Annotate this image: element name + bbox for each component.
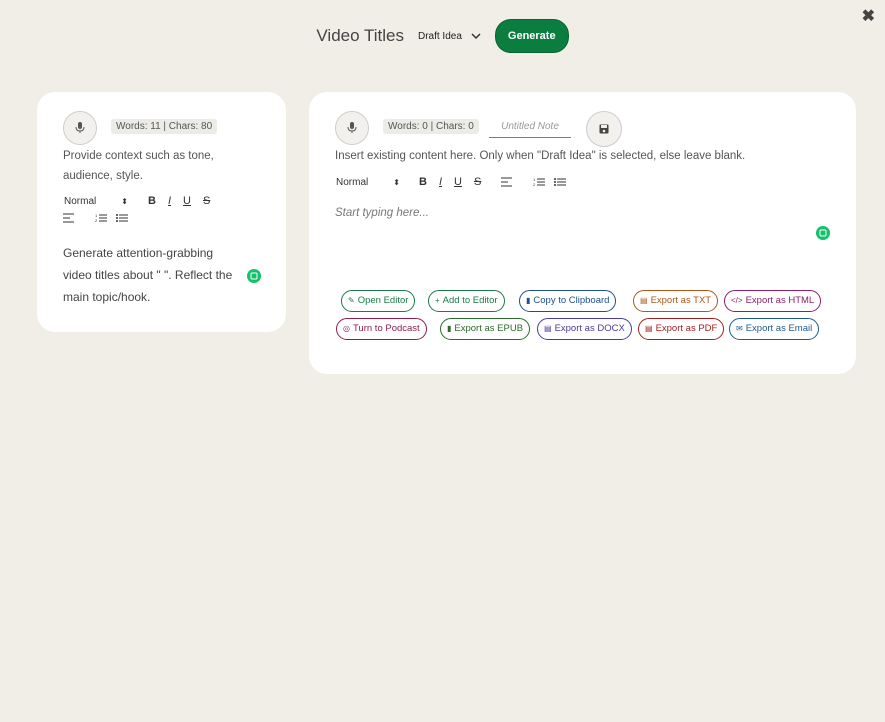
export-pdf-button[interactable]: ▤ Export as PDF [638, 318, 725, 340]
envelope-icon: ✉ [736, 324, 743, 333]
action-label: Export as Email [745, 323, 813, 334]
action-label: Export as DOCX [554, 323, 625, 334]
microphone-icon [347, 122, 357, 133]
editor-hint: Insert existing content here. Only when … [335, 150, 746, 162]
header-bar: Video Titles Draft Idea Generate [0, 19, 885, 53]
turn-to-podcast-button[interactable]: ◎ Turn to Podcast [336, 318, 427, 340]
add-to-editor-button[interactable]: + Add to Editor [428, 290, 505, 312]
mode-select[interactable]: Draft Idea [418, 31, 481, 42]
action-label: Turn to Podcast [352, 323, 420, 334]
formatting-toolbar: Normal ⬍ B I U S [64, 195, 210, 207]
export-email-button[interactable]: ✉ Export as Email [729, 318, 820, 340]
copy-to-clipboard-button[interactable]: ▮ Copy to Clipboard [519, 290, 617, 312]
mode-select-value: Draft Idea [417, 30, 462, 42]
word-icon: ▤ [544, 324, 552, 333]
action-label: Open Editor [357, 295, 409, 306]
bullet-list-icon[interactable] [116, 213, 128, 223]
formatting-toolbar-row2: 12 [63, 213, 128, 223]
context-hint: Provide context such as tone, audience, … [63, 150, 214, 182]
ordered-list-icon[interactable]: 12 [95, 213, 107, 223]
underline-button[interactable]: U [183, 195, 191, 207]
export-txt-button[interactable]: ▤ Export as TXT [633, 290, 719, 312]
align-left-icon[interactable] [501, 177, 513, 187]
page-title: Video Titles [316, 26, 404, 45]
svg-text:2: 2 [95, 218, 98, 223]
grammarly-icon[interactable] [816, 226, 830, 240]
action-label: Add to Editor [442, 295, 498, 306]
updown-icon: ⬍ [121, 196, 128, 206]
align-left-icon[interactable] [63, 213, 75, 223]
action-label: Export as HTML [745, 295, 815, 306]
format-select[interactable]: Normal ⬍ [64, 196, 128, 207]
grammarly-icon[interactable] [247, 269, 261, 283]
code-icon: </> [731, 296, 743, 305]
strikethrough-button[interactable]: S [474, 176, 481, 188]
clipboard-icon: ▮ [526, 296, 531, 305]
pencil-icon: ✎ [348, 296, 355, 305]
action-label: Export as EPUB [454, 323, 524, 334]
chevron-down-icon [471, 33, 481, 40]
action-label: Export as TXT [650, 295, 712, 306]
export-docx-button[interactable]: ▤ Export as DOCX [537, 318, 632, 340]
bullet-list-icon[interactable] [554, 177, 567, 187]
context-panel: Words: 11 | Chars: 80 Provide context su… [37, 92, 286, 332]
editor-textarea[interactable]: Start typing here... [335, 207, 429, 219]
ordered-list-icon[interactable]: 12 [533, 177, 546, 187]
pdf-icon: ▤ [645, 324, 653, 333]
italic-button[interactable]: I [439, 176, 442, 188]
export-epub-button[interactable]: ▮ Export as EPUB [440, 318, 531, 340]
generate-button[interactable]: Generate [494, 19, 569, 53]
mic-button[interactable] [335, 111, 369, 145]
format-select-value: Normal [336, 176, 369, 188]
updown-icon: ⬍ [393, 177, 400, 187]
strikethrough-button[interactable]: S [203, 195, 210, 207]
book-icon: ▮ [447, 324, 452, 333]
plus-icon: + [435, 296, 440, 305]
file-text-icon: ▤ [640, 296, 648, 305]
italic-button[interactable]: I [168, 195, 171, 207]
format-select-value: Normal [64, 195, 97, 207]
mic-button[interactable] [63, 111, 97, 145]
svg-text:2: 2 [533, 182, 536, 187]
export-html-button[interactable]: </> Export as HTML [724, 290, 822, 312]
bold-button[interactable]: B [419, 176, 427, 188]
open-editor-button[interactable]: ✎ Open Editor [341, 290, 416, 312]
action-label: Export as PDF [655, 323, 718, 334]
podcast-icon: ◎ [343, 324, 350, 333]
save-icon [599, 124, 609, 134]
context-text[interactable]: Generate attention-grabbing video titles… [63, 242, 243, 308]
save-button[interactable] [586, 111, 622, 147]
note-title-input[interactable]: Untitled Note [489, 121, 571, 138]
underline-button[interactable]: U [454, 176, 462, 188]
formatting-toolbar: Normal ⬍ B I U S 12 [336, 176, 567, 188]
editor-panel: Words: 0 | Chars: 0 Untitled Note Insert… [309, 92, 856, 374]
action-label: Copy to Clipboard [533, 295, 610, 306]
microphone-icon [75, 122, 85, 133]
word-count-badge: Words: 0 | Chars: 0 [383, 119, 479, 134]
bold-button[interactable]: B [148, 195, 156, 207]
format-select[interactable]: Normal ⬍ [336, 177, 400, 188]
word-count-badge: Words: 11 | Chars: 80 [111, 119, 218, 134]
